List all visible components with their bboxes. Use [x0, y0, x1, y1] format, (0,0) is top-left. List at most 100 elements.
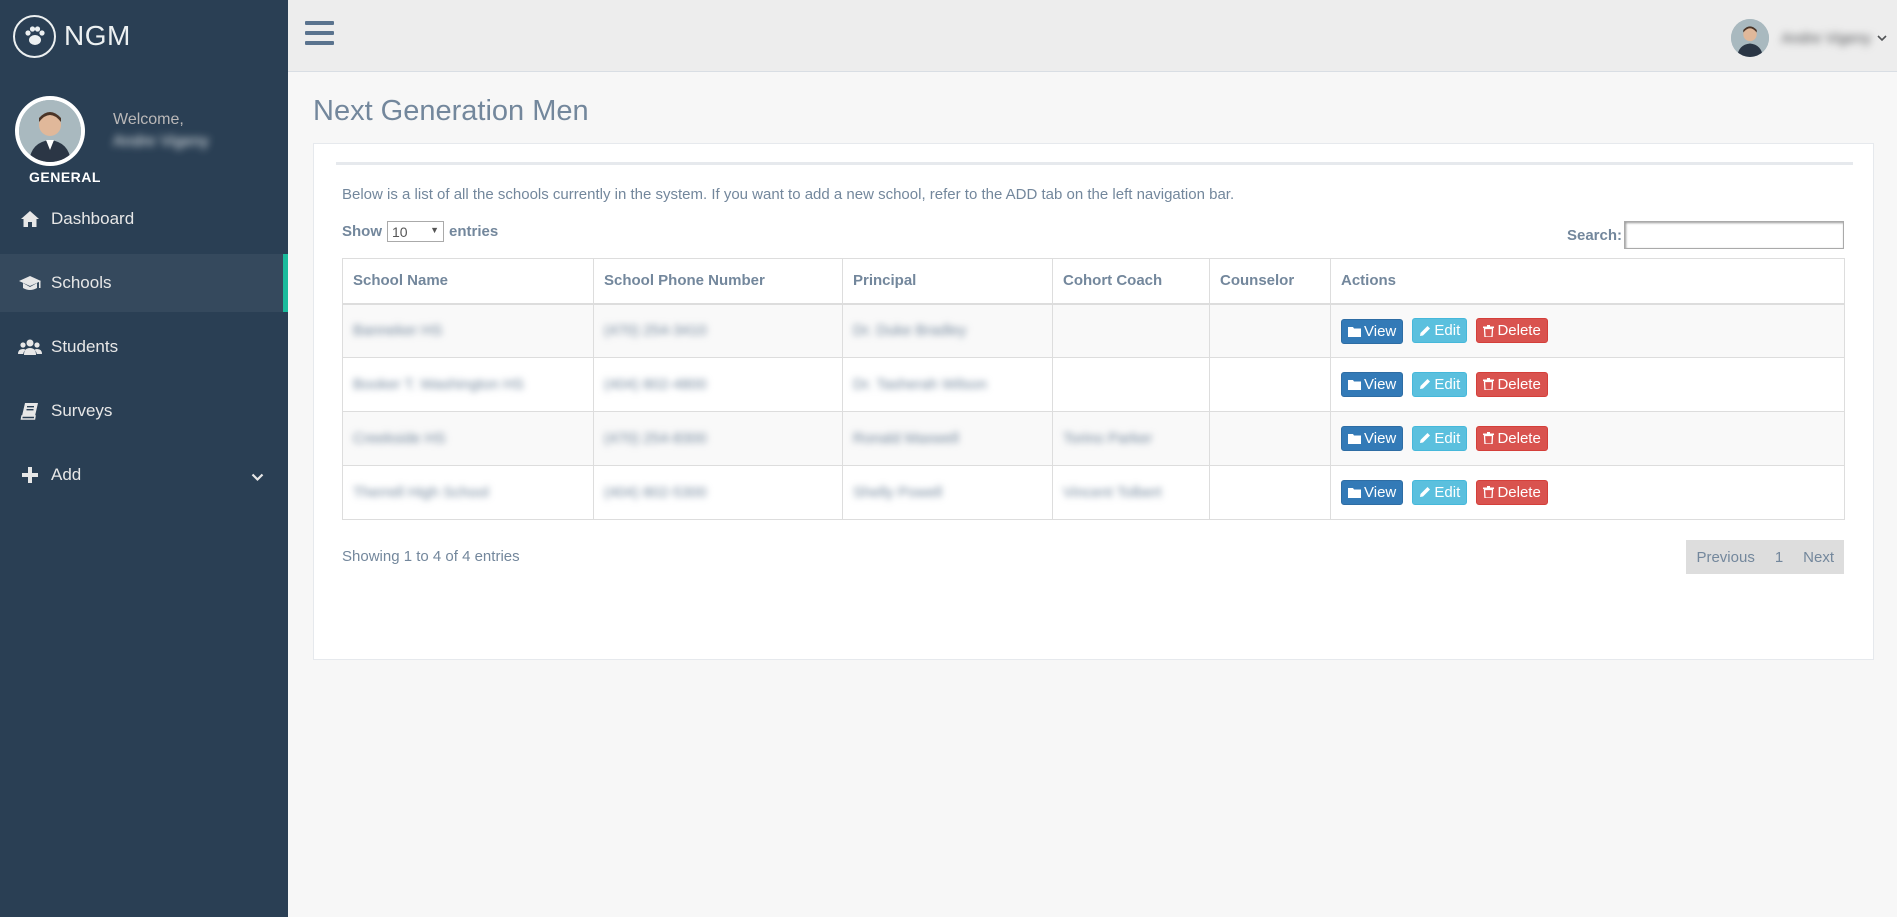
cell-principal: Dr. Duke Bradley	[842, 303, 1053, 358]
column-header-school-name[interactable]: School Name	[342, 258, 594, 305]
folder-icon	[1348, 488, 1361, 499]
delete-button[interactable]: Delete	[1476, 318, 1548, 343]
column-header-principal[interactable]: Principal	[842, 258, 1053, 305]
entries-length-control: Show 10 entries	[342, 221, 498, 242]
edit-button[interactable]: Edit	[1412, 318, 1468, 343]
user-avatar	[1731, 19, 1770, 57]
table-row: Banneker HS (470) 254-3410 Dr. Duke Brad…	[342, 303, 1845, 358]
cell-cohort-coach	[1052, 303, 1210, 358]
cell-cohort-coach: Vincent Tolbert	[1052, 465, 1210, 520]
folder-icon	[1348, 434, 1361, 445]
view-button[interactable]: View	[1341, 372, 1404, 398]
paw-icon	[13, 14, 56, 58]
cell-phone: (470) 254-3410	[593, 303, 843, 358]
welcome-text: Welcome,	[113, 111, 184, 128]
show-label: Show	[342, 223, 382, 240]
folder-icon	[1348, 380, 1361, 391]
view-button[interactable]: View	[1341, 426, 1404, 452]
menu-toggle-icon[interactable]	[305, 21, 334, 47]
top-navbar: Andre Vigeny	[288, 0, 1897, 72]
pagination-page-1[interactable]: 1	[1765, 540, 1793, 574]
user-menu[interactable]: Andre Vigeny	[1731, 19, 1887, 57]
table-row: Creekside HS (470) 254-8300 Ronald Maxwe…	[342, 411, 1845, 466]
user-name: Andre Vigeny	[1781, 29, 1871, 47]
trash-icon	[1483, 378, 1495, 391]
table-row: Booker T. Washington HS (404) 802-4800 D…	[342, 357, 1845, 412]
graduation-cap-icon	[18, 272, 42, 294]
search-label: Search:	[1566, 226, 1622, 244]
sidebar: NGM Welcome, Andre Vigeny GENERAL Dashbo…	[0, 0, 288, 917]
table-info: Showing 1 to 4 of 4 entries	[342, 548, 520, 565]
view-button[interactable]: View	[1341, 318, 1404, 344]
delete-button[interactable]: Delete	[1476, 479, 1548, 505]
cell-actions: View Edit Delete	[1330, 465, 1845, 520]
pagination-previous[interactable]: Previous	[1686, 540, 1764, 574]
delete-button[interactable]: Delete	[1476, 425, 1548, 451]
pencil-icon	[1420, 487, 1431, 498]
pencil-icon	[1420, 325, 1431, 336]
schools-table: School Name School Phone Number Principa…	[342, 258, 1845, 520]
cell-phone: (404) 802-5300	[593, 465, 843, 520]
profile-name: Andre Vigeny	[113, 133, 209, 150]
pencil-icon	[1420, 433, 1431, 444]
column-header-counselor[interactable]: Counselor	[1209, 258, 1331, 305]
brand[interactable]: NGM	[0, 0, 288, 72]
cell-principal: Dr. Tasherah Wilson	[842, 357, 1053, 412]
cell-counselor	[1209, 357, 1331, 412]
edit-button[interactable]: Edit	[1412, 371, 1468, 397]
edit-button[interactable]: Edit	[1412, 479, 1468, 505]
cell-actions: View Edit Delete	[1330, 411, 1845, 466]
entries-label: entries	[449, 223, 499, 240]
trash-icon	[1483, 486, 1495, 499]
cell-principal: Shelly Powell	[842, 465, 1053, 520]
search-input[interactable]	[1624, 221, 1844, 249]
sidebar-item-add[interactable]: Add	[0, 446, 288, 504]
entries-select[interactable]: 10	[387, 221, 444, 242]
delete-button[interactable]: Delete	[1476, 371, 1548, 397]
edit-button[interactable]: Edit	[1412, 425, 1468, 451]
trash-icon	[1483, 324, 1495, 337]
column-header-actions[interactable]: Actions	[1330, 258, 1845, 305]
schools-panel: Below is a list of all the schools curre…	[313, 143, 1874, 660]
cell-counselor	[1209, 411, 1331, 466]
sidebar-item-label: Dashboard	[51, 209, 135, 228]
folder-icon	[1348, 326, 1361, 337]
search-control: Search:	[1567, 221, 1844, 249]
column-header-cohort-coach[interactable]: Cohort Coach	[1052, 258, 1210, 305]
book-icon	[18, 400, 42, 422]
table-row: Therrell High School (404) 802-5300 Shel…	[342, 465, 1845, 520]
pagination-next[interactable]: Next	[1793, 540, 1844, 574]
users-icon	[18, 336, 42, 358]
sidebar-item-label: Add	[51, 465, 82, 484]
home-icon	[18, 208, 42, 230]
sidebar-item-dashboard[interactable]: Dashboard	[0, 190, 288, 248]
cell-school-name: Booker T. Washington HS	[342, 357, 594, 412]
chevron-down-icon[interactable]	[251, 467, 264, 487]
table-header-row: School Name School Phone Number Principa…	[342, 258, 1845, 305]
cell-counselor	[1209, 465, 1331, 520]
cell-cohort-coach: Torino Parker	[1052, 411, 1210, 466]
sidebar-item-students[interactable]: Students	[0, 318, 288, 376]
view-button[interactable]: View	[1341, 480, 1404, 506]
cell-actions: View Edit Delete	[1330, 303, 1845, 358]
cell-school-name: Creekside HS	[342, 411, 594, 466]
sidebar-item-label: Schools	[51, 273, 112, 292]
sidebar-item-label: Surveys	[51, 401, 113, 420]
caret-down-icon	[1877, 29, 1887, 47]
sidebar-item-schools[interactable]: Schools	[0, 254, 288, 312]
cell-phone: (470) 254-8300	[593, 411, 843, 466]
brand-name: NGM	[64, 20, 131, 51]
cell-phone: (404) 802-4800	[593, 357, 843, 412]
cell-principal: Ronald Maxwell	[842, 411, 1053, 466]
plus-icon	[18, 464, 42, 486]
trash-icon	[1483, 432, 1495, 445]
profile-block: Welcome, Andre Vigeny GENERAL	[0, 72, 288, 190]
intro-text: Below is a list of all the schools curre…	[342, 186, 1235, 203]
page-title: Next Generation Men	[313, 95, 589, 127]
cell-cohort-coach	[1052, 357, 1210, 412]
cell-counselor	[1209, 303, 1331, 358]
cell-school-name: Therrell High School	[342, 465, 594, 520]
column-header-phone[interactable]: School Phone Number	[593, 258, 843, 305]
sidebar-item-surveys[interactable]: Surveys	[0, 382, 288, 440]
pagination: Previous 1 Next	[1686, 540, 1844, 574]
